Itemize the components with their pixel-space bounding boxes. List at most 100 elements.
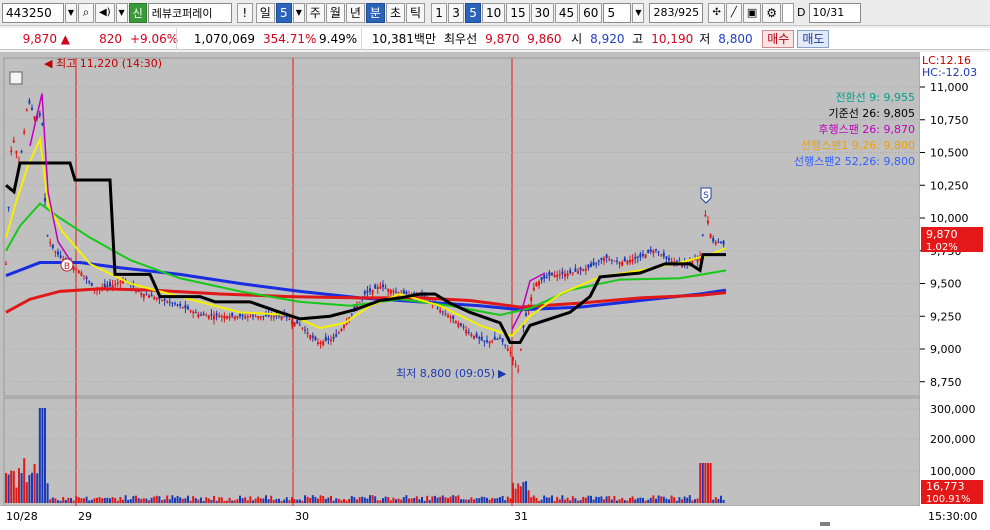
candle-body (257, 316, 260, 318)
candle-body (491, 340, 494, 342)
candle-body (231, 312, 234, 317)
volume-bar (610, 499, 613, 503)
volume-bar (311, 495, 314, 503)
volume-bar (405, 495, 408, 503)
x-label-31: 31 (514, 510, 528, 523)
volume-bar (582, 496, 585, 503)
volume-bar (181, 498, 184, 503)
interval-60-button[interactable]: 60 (579, 2, 603, 23)
period-month-button[interactable]: 월 (325, 2, 345, 23)
candle-body (439, 309, 442, 313)
volume-bar (215, 500, 218, 503)
interval-45-button[interactable]: 45 (554, 2, 579, 23)
volume-bar (197, 499, 200, 503)
interval-15-button[interactable]: 15 (506, 2, 530, 23)
interval-10-button[interactable]: 10 (482, 2, 506, 23)
volume-bar (166, 495, 169, 503)
volume-bar (288, 500, 291, 503)
candle-body (707, 220, 709, 224)
candle-body (226, 316, 228, 319)
volume-bar (678, 497, 681, 503)
interval-30-button[interactable]: 30 (530, 2, 554, 23)
volume-bar (467, 499, 470, 503)
candle-body (220, 315, 223, 317)
period-year-button[interactable]: 년 (345, 2, 365, 23)
candle-body (519, 348, 522, 350)
search-icon[interactable]: ⌕ (78, 2, 94, 23)
high-price: 10,190 (651, 31, 694, 46)
volume-bar (285, 497, 288, 503)
period-tick-button[interactable]: 틱 (406, 2, 426, 23)
volume-bar (543, 495, 546, 503)
candle-body (636, 256, 639, 258)
speaker-dropdown-icon[interactable]: ▼ (115, 2, 128, 23)
volume-bar (317, 498, 319, 503)
candle-body (592, 262, 595, 266)
candle-body (335, 334, 338, 337)
volume-bar (23, 458, 26, 503)
time-axis-panel (0, 506, 920, 527)
volume-bar (665, 498, 668, 503)
volume-bar (171, 495, 174, 503)
volume-bar (675, 500, 678, 503)
interval-3-button[interactable]: 3 (448, 2, 465, 23)
period-day-button[interactable]: 일 (255, 2, 275, 23)
candle-body (5, 263, 7, 265)
period-minute-button[interactable]: 분 (365, 2, 385, 23)
chart-menu-icon[interactable] (9, 71, 23, 85)
period-week-button[interactable]: 주 (305, 2, 325, 23)
volume-bar (605, 496, 608, 503)
candle-body (579, 267, 582, 271)
date-input[interactable]: 10/31 (808, 2, 861, 23)
interval-input[interactable]: 5 (603, 2, 632, 23)
alert-button[interactable]: ! (236, 2, 253, 23)
interval-1-button[interactable]: 1 (431, 2, 448, 23)
interval-5-button[interactable]: 5 (465, 2, 482, 23)
volume-bar (174, 497, 176, 503)
candle-body (644, 254, 647, 258)
chart-area[interactable]: S B ◀ 최고 11,220 (14:30) 최저 8,800 (09:05)… (0, 52, 990, 527)
sell-button[interactable]: 매도 (797, 29, 830, 48)
stock-name-field[interactable]: 레뷰코퍼레이 (147, 2, 232, 23)
volume-bar (62, 497, 65, 503)
volume-bar (46, 483, 49, 503)
volume-bar (114, 497, 117, 503)
candle-body (616, 260, 618, 262)
scroll-handle[interactable] (820, 522, 830, 526)
stock-code-input[interactable]: 443250 (2, 2, 64, 23)
volume-bar (428, 500, 431, 503)
candle-body (49, 242, 52, 244)
buy-button[interactable]: 매수 (762, 29, 795, 48)
period-second-button[interactable]: 초 (385, 2, 405, 23)
volume-bar (673, 497, 676, 503)
candle-body (51, 244, 54, 248)
candle-body (366, 290, 369, 293)
period-number-button[interactable]: 5 (275, 2, 292, 23)
candle-body (441, 311, 444, 313)
draw-line-icon[interactable]: ╱ (725, 2, 742, 23)
price-change: 820 (99, 31, 122, 46)
candle-body (374, 284, 377, 289)
date-checkbox[interactable] (782, 2, 795, 23)
save-icon[interactable]: ▣ (742, 2, 762, 23)
code-dropdown-icon[interactable]: ▼ (65, 2, 77, 23)
gear-icon[interactable]: ⚙ (762, 2, 782, 23)
date-value: 10/31 (812, 6, 845, 19)
buy-marker-label: B (64, 262, 70, 272)
volume-bar (257, 496, 260, 503)
count-field[interactable]: 283/925 (649, 2, 704, 23)
price-tick-label: 10,500 (930, 147, 969, 160)
volume-bar (686, 497, 689, 503)
volume-bar (179, 497, 182, 503)
candle-body (382, 284, 384, 288)
period-dropdown-icon[interactable]: ▼ (292, 2, 305, 23)
interval-dropdown-icon[interactable]: ▼ (632, 2, 645, 23)
volume-bar (218, 497, 221, 503)
volume-bar (369, 495, 371, 503)
volume-bar (571, 496, 574, 503)
speaker-icon[interactable]: ◀) (95, 2, 115, 23)
volume-bar (434, 495, 436, 503)
volume-bar (301, 500, 304, 503)
crosshair-icon[interactable]: ✣ (708, 2, 725, 23)
candle-body (189, 310, 192, 312)
